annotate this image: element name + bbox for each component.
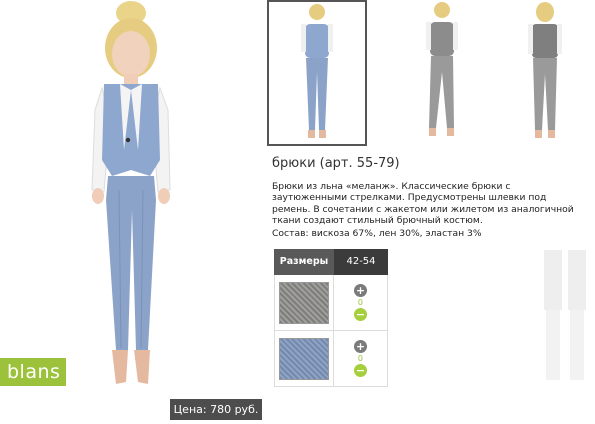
quantity-value: 0: [357, 298, 364, 307]
minus-icon[interactable]: −: [353, 364, 367, 377]
thumbnail-figure: [528, 2, 562, 138]
model-figure: [91, 1, 171, 384]
size-table-header: Размеры 42-54: [274, 249, 388, 275]
plus-icon[interactable]: +: [353, 284, 367, 297]
background-ghost-figures: [544, 250, 586, 380]
sizes-header-label: Размеры: [274, 249, 334, 275]
fabric-swatch-blue[interactable]: [278, 337, 329, 380]
product-title: брюки (арт. 55-79): [272, 156, 400, 171]
minus-icon[interactable]: −: [353, 308, 367, 321]
brand-tag: blans: [0, 358, 66, 386]
color-row-grey: + 0 −: [274, 275, 388, 331]
fabric-swatch-grey[interactable]: [278, 281, 329, 324]
plus-icon[interactable]: +: [353, 340, 367, 353]
color-row-blue: + 0 −: [274, 331, 388, 387]
main-product-photo: [0, 0, 262, 392]
product-description: Брюки из льна «меланж». Классические брю…: [272, 181, 574, 227]
size-table: Размеры 42-54 + 0 − + 0 −: [274, 249, 388, 387]
thumbnail-1[interactable]: [267, 0, 367, 146]
thumbnail-3[interactable]: [495, 0, 595, 146]
price-label: Цена: 780 руб.: [170, 399, 262, 420]
size-range-label: 42-54: [334, 249, 388, 275]
thumbnail-figure: [426, 2, 458, 136]
thumbnail-figure: [301, 4, 333, 138]
product-composition: Состав: вискоза 67%, лен 30%, эластан 3%: [272, 228, 482, 239]
quantity-value: 0: [357, 354, 364, 363]
thumbnail-2[interactable]: [392, 0, 492, 146]
